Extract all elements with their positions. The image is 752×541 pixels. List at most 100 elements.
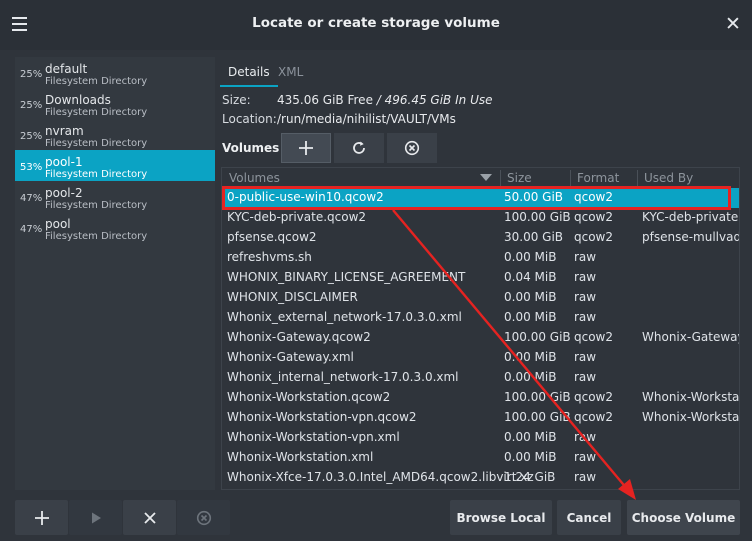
table-row[interactable]: Whonix-Workstation.qcow2 100.00 GiB qcow2 W… xyxy=(222,388,740,408)
volume-size: 0.00 MiB xyxy=(504,250,557,264)
volume-size: 100.00 GiB xyxy=(504,390,571,404)
volume-size: 100.00 GiB xyxy=(504,410,571,424)
size-value: 435.06 GiB Free / 496.45 GiB In Use xyxy=(277,93,492,107)
volumes-table[interactable]: Volumes Size Format Used By 0-public-use… xyxy=(221,167,740,490)
pool-item[interactable]: 25% Downloads Filesystem Directory xyxy=(15,88,215,119)
pool-item[interactable]: 53% pool-1 Filesystem Directory xyxy=(15,150,215,181)
table-row[interactable]: Whonix-Gateway.qcow2 100.00 GiB qcow2 Whoni… xyxy=(222,328,740,348)
volume-format: qcow2 xyxy=(574,410,614,424)
volume-format: raw xyxy=(574,450,597,464)
pool-item[interactable]: 47% pool-2 Filesystem Directory xyxy=(15,181,215,212)
table-row[interactable]: pfsense.qcow2 30.00 GiB qcow2 pfsense-mullv… xyxy=(222,228,739,248)
tab-xml[interactable]: XML xyxy=(270,57,311,87)
pool-item[interactable]: 25% nvram Filesystem Directory xyxy=(15,119,215,150)
plus-icon xyxy=(34,510,49,525)
header-size[interactable]: Size xyxy=(507,171,532,185)
close-icon xyxy=(143,511,156,524)
size-free: 435.06 GiB Free xyxy=(277,93,373,107)
pool-type: Filesystem Directory xyxy=(45,200,148,211)
header-volumes[interactable]: Volumes xyxy=(229,171,280,185)
table-row[interactable]: Whonix-Gateway.xml 0.00 MiB raw xyxy=(222,348,739,368)
location-value: /run/media/nihilist/VAULT/VMs xyxy=(277,112,456,126)
volume-format: raw xyxy=(574,350,597,364)
table-row[interactable]: KYC-deb-private.qcow2 100.00 GiB qcow2 KYC-… xyxy=(222,208,739,228)
pool-type: Filesystem Directory xyxy=(45,76,148,87)
table-row[interactable]: Whonix-Workstation-vpn.xml 0.00 MiB raw xyxy=(222,428,739,448)
pool-item[interactable]: 25% default Filesystem Directory xyxy=(15,57,215,88)
volume-name: Whonix-Workstation.xml xyxy=(227,450,374,464)
table-row[interactable]: Whonix_external_network-17.0.3.0.xml 0.00… xyxy=(222,308,739,328)
volume-name: Whonix-Xfce-17.0.3.0.Intel_AMD64.qcow2.l… xyxy=(227,470,534,484)
plus-icon xyxy=(299,141,313,155)
cancel-button[interactable]: Cancel xyxy=(557,500,621,535)
header-divider xyxy=(500,170,501,186)
volume-size: 100.00 GiB xyxy=(504,330,571,344)
add-volume-button[interactable] xyxy=(281,133,331,163)
volume-format: qcow2 xyxy=(574,190,614,204)
size-label: Size: xyxy=(222,93,251,107)
volume-used-by: Whonix-Workstation xyxy=(642,410,740,424)
volume-size: 1.24 GiB xyxy=(504,470,556,484)
table-row[interactable]: Whonix_internal_network-17.0.3.0.xml 0.00… xyxy=(222,368,739,388)
close-icon[interactable]: ✕ xyxy=(723,13,743,35)
browse-local-button[interactable]: Browse Local xyxy=(450,500,552,535)
pool-usage-percent: 47% xyxy=(20,224,43,235)
choose-volume-button[interactable]: Choose Volume xyxy=(627,500,740,535)
volume-size: 0.00 MiB xyxy=(504,450,557,464)
pool-usage-percent: 25% xyxy=(20,131,43,142)
size-inuse: 496.45 GiB In Use xyxy=(384,93,493,107)
volume-size: 100.00 GiB xyxy=(504,210,571,224)
table-row[interactable]: WHONIX_DISCLAIMER 0.00 MiB raw xyxy=(222,288,739,308)
header-used-by[interactable]: Used By xyxy=(644,171,693,185)
table-row[interactable]: refreshvms.sh 0.00 MiB raw xyxy=(222,248,739,268)
volume-used-by: Whonix-Gateway xyxy=(642,330,740,344)
volume-used-by: KYC-deb-private xyxy=(642,210,739,224)
volume-used-by: Whonix-Workstation xyxy=(642,390,740,404)
volume-format: raw xyxy=(574,430,597,444)
window-title: Locate or create storage volume xyxy=(252,15,500,31)
table-row[interactable]: Whonix-Workstation-vpn.qcow2 100.00 GiB qc… xyxy=(222,408,740,428)
add-pool-button[interactable] xyxy=(15,500,68,535)
volume-size: 50.00 GiB xyxy=(504,190,564,204)
volume-size: 0.00 MiB xyxy=(504,350,557,364)
table-row[interactable]: Whonix-Xfce-17.0.3.0.Intel_AMD64.qcow2.l… xyxy=(222,468,739,488)
delete-pool-button[interactable] xyxy=(177,500,230,535)
volume-format: raw xyxy=(574,470,597,484)
volume-name: Whonix_internal_network-17.0.3.0.xml xyxy=(227,370,459,384)
volume-name: Whonix-Gateway.xml xyxy=(227,350,354,364)
pool-usage-percent: 25% xyxy=(20,69,43,80)
size-row: Size: 435.06 GiB Free / 496.45 GiB In Us… xyxy=(222,93,492,107)
pool-usage-percent: 53% xyxy=(20,162,43,173)
header-format[interactable]: Format xyxy=(577,171,619,185)
delete-volume-button[interactable] xyxy=(387,133,437,163)
volume-size: 30.00 GiB xyxy=(504,230,564,244)
pool-usage-percent: 47% xyxy=(20,193,43,204)
pool-name: pool xyxy=(45,217,71,231)
refresh-button[interactable] xyxy=(334,133,384,163)
volume-format: qcow2 xyxy=(574,390,614,404)
pool-name: pool-2 xyxy=(45,186,83,200)
stop-pool-button[interactable] xyxy=(123,500,176,535)
table-row[interactable]: 0-public-use-win10.qcow2 50.00 GiB qcow2 xyxy=(222,188,739,208)
pool-item[interactable]: 47% pool Filesystem Directory xyxy=(15,212,215,243)
volume-size: 0.04 MiB xyxy=(504,270,557,284)
volume-size: 0.00 MiB xyxy=(504,370,557,384)
pool-type: Filesystem Directory xyxy=(45,231,148,242)
pool-list: 25% default Filesystem Directory 25% Downloa… xyxy=(15,57,215,490)
pool-usage-percent: 25% xyxy=(20,100,43,111)
volume-format: raw xyxy=(574,250,597,264)
title-bar: Locate or create storage volume ✕ xyxy=(0,0,752,50)
volume-format: raw xyxy=(574,270,597,284)
pool-name: pool-1 xyxy=(45,155,83,169)
refresh-icon xyxy=(353,141,365,154)
table-row[interactable]: WHONIX_BINARY_LICENSE_AGREEMENT 0.04 MiB r… xyxy=(222,268,739,288)
pool-name: nvram xyxy=(45,124,84,138)
table-row[interactable]: Whonix-Workstation.xml 0.00 MiB raw xyxy=(222,448,739,468)
start-pool-button[interactable] xyxy=(69,500,122,535)
volume-name: Whonix-Gateway.qcow2 xyxy=(227,330,371,344)
tab-details[interactable]: Details xyxy=(220,57,278,87)
sort-down-icon xyxy=(480,174,492,181)
table-header: Volumes Size Format Used By xyxy=(222,168,739,188)
volumes-label: Volumes xyxy=(222,141,280,155)
volume-name: 0-public-use-win10.qcow2 xyxy=(227,190,384,204)
